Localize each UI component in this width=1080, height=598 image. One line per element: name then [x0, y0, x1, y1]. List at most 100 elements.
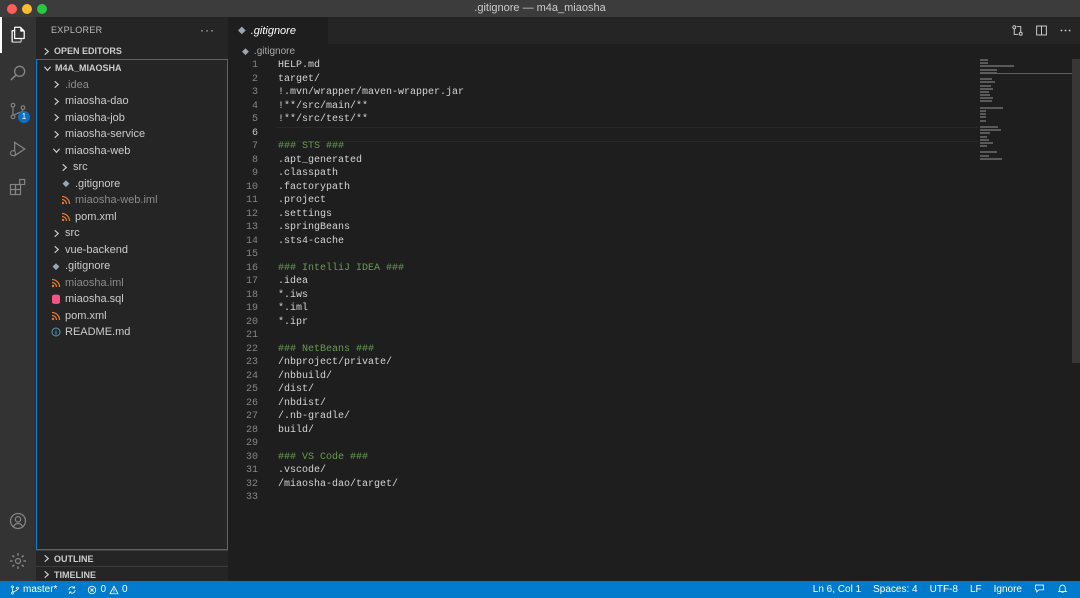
code-line[interactable]: 21: [228, 329, 988, 343]
tree-item[interactable]: miaosha.sql: [37, 291, 227, 308]
search-activity-button[interactable]: [0, 55, 36, 91]
breadcrumb-file[interactable]: .gitignore: [254, 46, 295, 57]
notifications-button[interactable]: [1057, 583, 1068, 597]
manage-activity-button[interactable]: [0, 543, 36, 579]
minimap-line: [980, 116, 986, 119]
line-text: .springBeans: [278, 222, 351, 233]
line-number: 23: [245, 357, 258, 368]
code-line[interactable]: 11 .project: [228, 194, 988, 208]
code-line[interactable]: 3 !.mvn/wrapper/maven-wrapper.jar: [228, 86, 988, 100]
tree-item[interactable]: vue-backend: [37, 242, 227, 259]
minimap-line: [980, 84, 991, 87]
tree-item[interactable]: miaosha-web: [37, 143, 227, 160]
code-line[interactable]: 19 *.iml: [228, 302, 988, 316]
end-of-line[interactable]: LF: [970, 584, 982, 595]
feedback-button[interactable]: [1034, 583, 1045, 597]
cursor-position[interactable]: Ln 6, Col 1: [813, 584, 861, 595]
tree-item-label: src: [65, 227, 80, 240]
more-editor-actions-button[interactable]: [1058, 23, 1072, 37]
code-line[interactable]: 5 !**/src/test/**: [228, 113, 988, 127]
encoding[interactable]: UTF-8: [930, 584, 958, 595]
split-editor-button[interactable]: [1034, 23, 1048, 37]
extensions-activity-button[interactable]: [0, 169, 36, 205]
code-editor[interactable]: 1 HELP.md 2 target/3 !.mvn/wrapper/maven-wra…: [228, 59, 988, 505]
tree-item[interactable]: pom.xml: [37, 209, 227, 226]
code-line[interactable]: 16 ### IntelliJ IDEA ###: [228, 262, 988, 276]
branch-name: master*: [23, 584, 58, 595]
code-line[interactable]: 1 HELP.md: [228, 59, 988, 73]
outline-section[interactable]: OUTLINE: [36, 550, 228, 566]
code-line[interactable]: 9 .classpath: [228, 167, 988, 181]
code-line[interactable]: 12 .settings: [228, 208, 988, 222]
code-line[interactable]: 26/nbdist/: [228, 397, 988, 411]
folder-chevron: [49, 130, 63, 139]
code-line[interactable]: 33: [228, 491, 988, 505]
tree-item[interactable]: README.md: [37, 324, 227, 341]
code-line[interactable]: 28 build/: [228, 424, 988, 438]
open-editors-section[interactable]: OPEN EDITORS: [36, 43, 228, 59]
line-number: 2: [251, 73, 258, 85]
language-mode[interactable]: Ignore: [994, 584, 1022, 595]
xml-file-icon: [59, 212, 73, 222]
tree-item[interactable]: ◆ .gitignore: [37, 258, 227, 275]
code-line[interactable]: 15: [228, 248, 988, 262]
code-line[interactable]: 23/nbproject/private/: [228, 356, 988, 370]
tree-item[interactable]: src: [37, 159, 227, 176]
open-changes-button[interactable]: [1010, 23, 1024, 37]
code-line[interactable]: 4 !**/src/main/**: [228, 100, 988, 114]
tree-item[interactable]: ◆ .gitignore: [37, 176, 227, 193]
minimap-cursor-line: [980, 73, 1072, 74]
chevron-right-icon: [53, 114, 59, 122]
explorer-sidebar: EXPLORER ··· OPEN EDITORS M4A_MIAOSHA .i…: [36, 17, 228, 581]
code-line[interactable]: 20 *.ipr: [228, 316, 988, 330]
tree-item[interactable]: miaosha-web.iml: [37, 192, 227, 209]
code-line[interactable]: 27 /.nb-gradle/: [228, 410, 988, 424]
breadcrumb: ◆ .gitignore: [242, 44, 295, 58]
problems-status[interactable]: 0 0: [87, 584, 128, 595]
account-activity-button[interactable]: [0, 503, 36, 539]
folder-chevron: [49, 113, 63, 122]
tree-item[interactable]: src: [37, 225, 227, 242]
code-line[interactable]: 25/dist/: [228, 383, 988, 397]
editor-area: ◆ .gitignore ◆ .gitignore 1 HELP.md 2 targe…: [228, 17, 1080, 581]
error-count: 0: [100, 584, 107, 595]
code-line[interactable]: 6: [228, 126, 988, 142]
branch-status[interactable]: master*: [10, 584, 57, 595]
source-control-activity-button[interactable]: 1: [0, 93, 36, 129]
workspace-root[interactable]: M4A_MIAOSHA: [37, 60, 227, 77]
explorer-title: EXPLORER: [51, 25, 103, 35]
tree-item[interactable]: miaosha-dao: [37, 93, 227, 110]
code-line[interactable]: 14 .sts4-cache: [228, 235, 988, 249]
tree-item[interactable]: miaosha-job: [37, 110, 227, 127]
line-number: 13: [245, 222, 258, 233]
explorer-activity-button[interactable]: [0, 17, 36, 53]
code-line[interactable]: 17 .idea: [228, 275, 988, 289]
editor-scrollbar[interactable]: [1072, 59, 1080, 363]
indentation[interactable]: Spaces: 4: [873, 584, 917, 595]
code-line[interactable]: 8 .apt_generated: [228, 154, 988, 168]
minimap-line: [980, 65, 1015, 68]
code-line[interactable]: 2 target/: [228, 73, 988, 87]
code-line[interactable]: 10 .factorypath: [228, 181, 988, 195]
tab-gitignore[interactable]: ◆ .gitignore: [228, 17, 328, 44]
code-line[interactable]: 18 *.iws: [228, 289, 988, 303]
more-actions-button[interactable]: ···: [200, 23, 215, 37]
code-line[interactable]: 24/nbbuild/: [228, 370, 988, 384]
code-line[interactable]: 32/miaosha-dao/target/: [228, 478, 988, 492]
code-line[interactable]: 13 .springBeans: [228, 221, 988, 235]
code-line[interactable]: 22 ### NetBeans ###: [228, 343, 988, 357]
code-line[interactable]: 31 .vscode/: [228, 464, 988, 478]
run-debug-activity-button[interactable]: [0, 131, 36, 167]
code-line[interactable]: 30 ### VS Code ###: [228, 451, 988, 465]
tree-item[interactable]: .idea: [37, 77, 227, 94]
minimap[interactable]: [980, 59, 1072, 160]
timeline-section[interactable]: TIMELINE: [36, 566, 228, 582]
tree-item[interactable]: pom.xml: [37, 308, 227, 325]
tree-item[interactable]: miaosha-service: [37, 126, 227, 143]
code-line[interactable]: 7 ### STS ###: [228, 140, 988, 154]
split-editor-icon: [1035, 25, 1047, 35]
line-text: ### NetBeans ###: [278, 343, 375, 355]
code-line[interactable]: 29: [228, 437, 988, 451]
tree-item[interactable]: miaosha.iml: [37, 275, 227, 292]
sync-button[interactable]: [67, 585, 77, 595]
